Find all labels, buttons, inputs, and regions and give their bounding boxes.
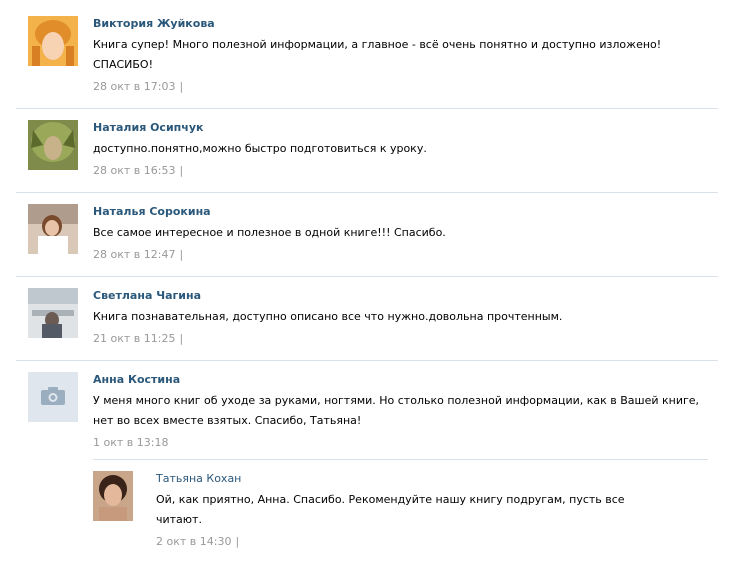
- reply-date[interactable]: 2 окт в 14:30 |: [156, 534, 708, 550]
- avatar[interactable]: [28, 288, 78, 338]
- comment-date[interactable]: 28 окт в 17:03 |: [93, 79, 718, 95]
- comment-author[interactable]: Наталья Сорокина: [93, 204, 718, 220]
- comment: Наталья Сорокина Все самое интересное и …: [16, 193, 718, 277]
- comment-author[interactable]: Светлана Чагина: [93, 288, 718, 304]
- comment: Светлана Чагина Книга познавательная, до…: [16, 277, 718, 361]
- reply-author[interactable]: Татьяна Кохан: [156, 471, 708, 487]
- comment-author[interactable]: Анна Костина: [93, 372, 718, 388]
- avatar[interactable]: [28, 16, 78, 66]
- comment-text: доступно.понятно,можно быстро подготовит…: [93, 142, 427, 155]
- comment-date[interactable]: 28 окт в 16:53 |: [93, 163, 718, 179]
- comment-text: Все самое интересное и полезное в одной …: [93, 226, 446, 239]
- avatar[interactable]: [93, 471, 133, 521]
- comment: Наталия Осипчук доступно.понятно,можно б…: [16, 109, 718, 193]
- comment-author[interactable]: Виктория Жуйкова: [93, 16, 718, 32]
- comment-text: Книга супер! Много полезной информации, …: [93, 38, 662, 71]
- avatar[interactable]: [28, 372, 78, 422]
- reply-text: Ой, как приятно, Анна. Спасибо. Рекоменд…: [156, 493, 625, 526]
- comment: Анна Костина У меня много книг об уходе …: [16, 361, 718, 461]
- reply-comment: Татьяна Кохан Ой, как приятно, Анна. Спа…: [93, 460, 708, 560]
- comment-date[interactable]: 21 окт в 11:25 |: [93, 331, 718, 347]
- camera-icon: [41, 387, 65, 405]
- comment-date[interactable]: 28 окт в 12:47 |: [93, 247, 718, 263]
- comment-text: Книга познавательная, доступно описано в…: [93, 310, 563, 323]
- avatar[interactable]: [28, 120, 78, 170]
- comment-date[interactable]: 1 окт в 13:18: [93, 435, 718, 451]
- comment-text: У меня много книг об уходе за руками, но…: [93, 394, 700, 427]
- avatar[interactable]: [28, 204, 78, 254]
- comment: Виктория Жуйкова Книга супер! Много поле…: [16, 0, 718, 110]
- comment-author[interactable]: Наталия Осипчук: [93, 120, 718, 136]
